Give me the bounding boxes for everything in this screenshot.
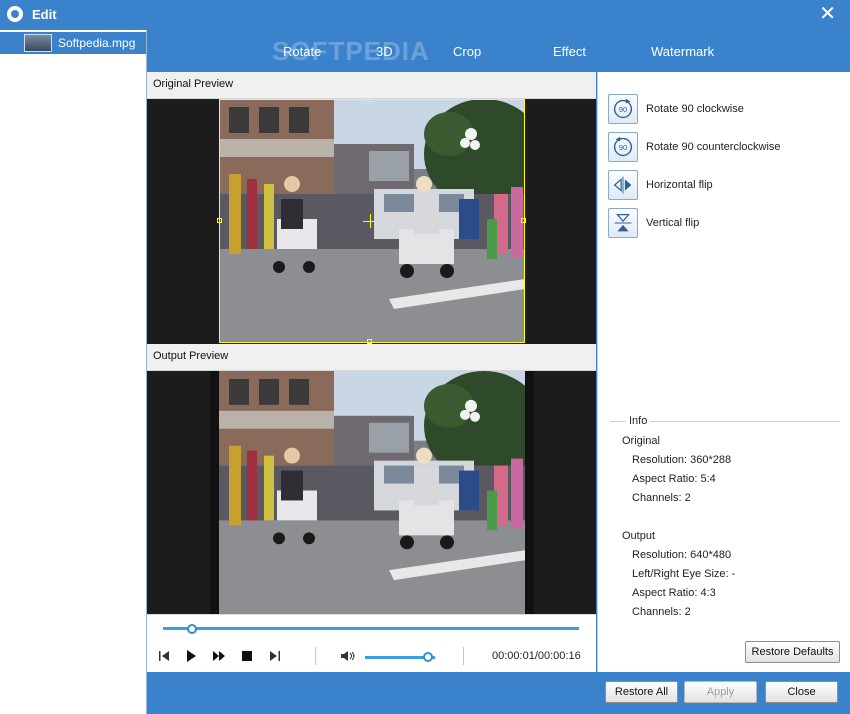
tab-watermark[interactable]: Watermark [651, 44, 714, 59]
video-thumbnail [24, 34, 52, 52]
playback-controls: 00:00:01/00:00:16 [147, 614, 596, 673]
brand-watermark: SOFTPEDIA [272, 36, 430, 66]
original-preview-label: Original Preview [153, 78, 234, 90]
vertical-flip-button[interactable]: Vertical flip [608, 208, 848, 240]
output-video-frame [210, 371, 534, 614]
output-preview-header: Output Preview [147, 344, 596, 371]
rotate-panel: 90 Rotate 90 clockwise 90 Rotate 90 coun… [597, 72, 850, 672]
separator [463, 647, 464, 665]
output-preview-label: Output Preview [153, 350, 229, 362]
previous-frame-icon[interactable] [157, 649, 171, 663]
restore-all-button[interactable]: Restore All [605, 681, 678, 703]
crop-center-crosshair-vertical [370, 214, 371, 228]
dialog-footer: Restore All Apply Close [147, 672, 850, 714]
info-original-channels: Channels: 2 [632, 492, 691, 504]
window-title: Edit [32, 7, 57, 22]
horizontal-flip-label: Horizontal flip [646, 179, 713, 191]
rotate-counterclockwise-label: Rotate 90 counterclockwise [646, 141, 781, 153]
fast-forward-icon[interactable] [212, 649, 226, 663]
app-logo-icon [7, 6, 23, 22]
progress-slider[interactable] [163, 627, 579, 630]
rotate-clockwise-button[interactable]: 90 Rotate 90 clockwise [608, 94, 848, 126]
crop-handle-right[interactable] [521, 218, 526, 223]
vertical-flip-icon [608, 208, 638, 238]
info-original-aspect-ratio: Aspect Ratio: 5:4 [632, 473, 716, 485]
next-frame-icon[interactable] [268, 649, 282, 663]
horizontal-flip-button[interactable]: Horizontal flip [608, 170, 848, 202]
tab-effect[interactable]: Effect [553, 44, 586, 59]
info-output-channels: Channels: 2 [632, 606, 691, 618]
playback-time: 00:00:01/00:00:16 [492, 650, 581, 662]
vertical-flip-label: Vertical flip [646, 217, 700, 229]
rotate-counterclockwise-icon: 90 [608, 132, 638, 162]
original-preview-video [147, 99, 596, 344]
crop-handle-top[interactable] [367, 99, 372, 102]
original-preview-header: Original Preview [147, 72, 596, 99]
close-window-button[interactable]: ✕ [819, 3, 836, 25]
file-name: Softpedia.mpg [58, 36, 136, 50]
close-button[interactable]: Close [765, 681, 838, 703]
crop-handle-left[interactable] [217, 218, 222, 223]
separator [315, 647, 316, 665]
title-bar: Edit ✕ [0, 0, 850, 30]
info-output-heading: Output [622, 530, 656, 542]
volume-slider-handle[interactable] [423, 652, 433, 662]
svg-text:90: 90 [619, 105, 627, 114]
file-list: Softpedia.mpg [0, 30, 147, 714]
apply-button[interactable]: Apply [684, 681, 757, 703]
rotate-counterclockwise-button[interactable]: 90 Rotate 90 counterclockwise [608, 132, 848, 164]
info-original-resolution: Resolution: 360*288 [632, 454, 732, 466]
play-icon[interactable] [184, 649, 198, 663]
tab-crop[interactable]: Crop [453, 44, 481, 59]
rotate-clockwise-label: Rotate 90 clockwise [646, 103, 744, 115]
volume-icon[interactable] [340, 649, 356, 663]
rotate-clockwise-icon: 90 [608, 94, 638, 124]
horizontal-flip-icon [608, 170, 638, 200]
edit-tabs: Rotate 3D Crop Effect Watermark [147, 30, 850, 72]
info-output-aspect-ratio: Aspect Ratio: 4:3 [632, 587, 716, 599]
restore-defaults-button[interactable]: Restore Defaults [745, 641, 840, 663]
info-original-heading: Original [622, 435, 660, 447]
info-title: Info [626, 415, 651, 427]
preview-column: Original Preview Output Preview [147, 72, 596, 672]
info-output-eye-size: Left/Right Eye Size: - [632, 568, 736, 580]
svg-text:90: 90 [619, 143, 627, 152]
edit-window: Edit ✕ Softpedia.mpg Rotate 3D Crop Effe… [0, 0, 850, 714]
info-output-resolution: Resolution: 640*480 [632, 549, 732, 561]
stop-icon[interactable] [240, 649, 254, 663]
file-list-item[interactable]: Softpedia.mpg [0, 32, 146, 54]
output-preview-video [147, 371, 596, 614]
progress-slider-handle[interactable] [187, 624, 198, 634]
